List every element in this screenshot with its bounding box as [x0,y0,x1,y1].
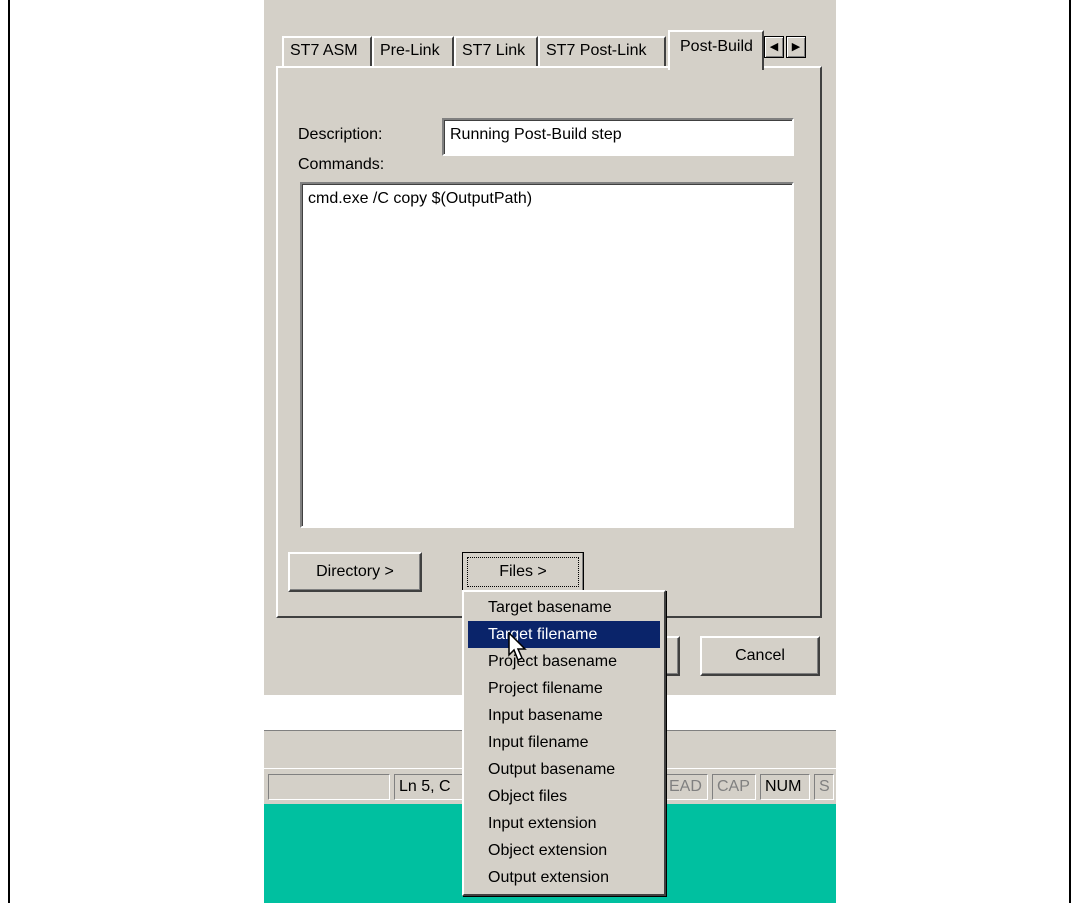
status-pane-position: Ln 5, C [394,774,464,800]
menu-item-object-extension[interactable]: Object extension [464,837,664,864]
menu-item-input-basename[interactable]: Input basename [464,702,664,729]
cancel-button[interactable]: Cancel [700,636,820,676]
commands-textarea[interactable]: cmd.exe /C copy $(OutputPath) [300,182,794,528]
page-frame-left [8,0,10,903]
mouse-cursor-icon [508,631,530,667]
menu-item-input-filename[interactable]: Input filename [464,729,664,756]
scroll-left-arrow-icon[interactable]: ◀ [764,36,784,58]
tab-st7-link[interactable]: ST7 Link [454,36,538,66]
description-field[interactable]: Running Post-Build step [442,118,794,156]
menu-item-output-extension[interactable]: Output extension [464,864,664,891]
menu-item-output-basename[interactable]: Output basename [464,756,664,783]
directory-button[interactable]: Directory > [288,552,422,592]
commands-label: Commands: [298,156,385,173]
tab-st7-asm[interactable]: ST7 ASM [282,36,372,66]
menu-item-target-basename[interactable]: Target basename [464,594,664,621]
tab-post-build[interactable]: Post-Build [668,30,764,70]
description-label: Description: [298,126,383,143]
menu-item-target-filename[interactable]: Target filename [468,621,660,648]
menu-item-object-files[interactable]: Object files [464,783,664,810]
tab-st7-post-link[interactable]: ST7 Post-Link [538,36,666,66]
files-button-label: Files > [467,557,579,587]
status-pane-scrl: S [814,774,834,800]
status-pane-read: EAD [664,774,708,800]
scroll-right-arrow-icon[interactable]: ▶ [786,36,806,58]
menu-item-input-extension[interactable]: Input extension [464,810,664,837]
tab-pre-link[interactable]: Pre-Link [372,36,454,66]
status-pane-message [268,774,390,800]
menu-item-project-filename[interactable]: Project filename [464,675,664,702]
menu-item-project-basename[interactable]: Project basename [464,648,664,675]
status-pane-cap: CAP [712,774,756,800]
page-frame-right [1069,0,1071,903]
files-dropdown-menu: Target basename Target filename Project … [462,590,666,896]
status-pane-num: NUM [760,774,810,800]
files-button[interactable]: Files > [462,552,584,592]
